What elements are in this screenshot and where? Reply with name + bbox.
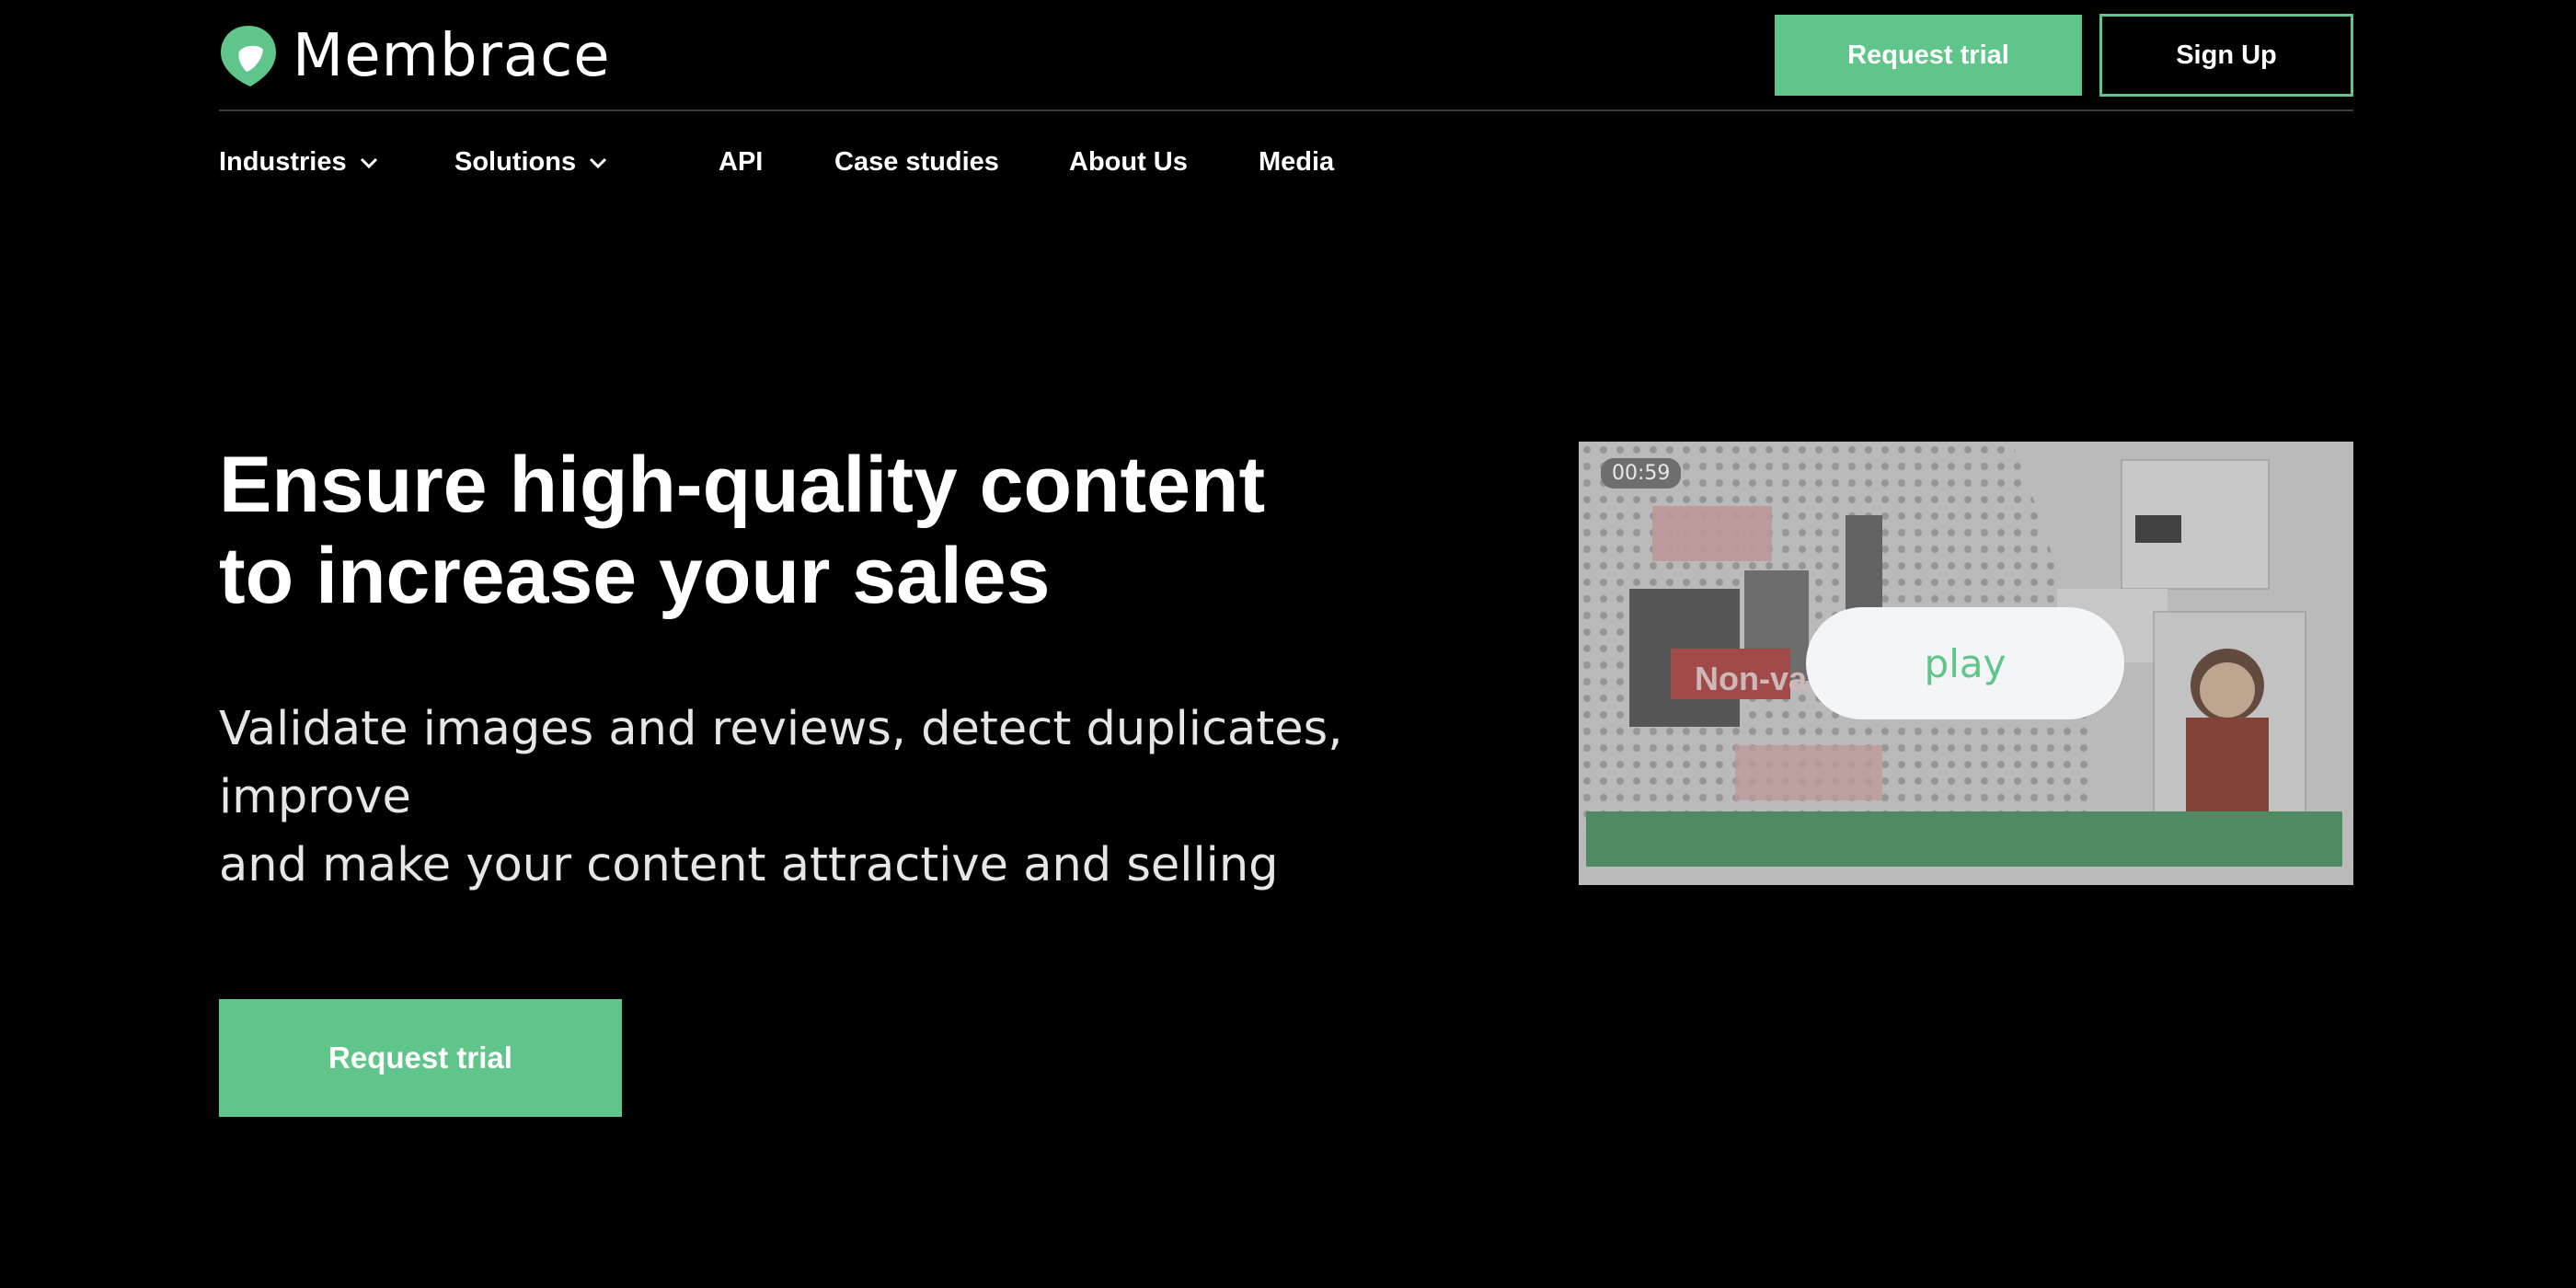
video-progress-bar [1586, 811, 2342, 867]
request-trial-button-header[interactable]: Request trial [1775, 15, 2082, 96]
brand-name: Membrace [293, 22, 611, 90]
nav-item-case-studies[interactable]: Case studies [834, 147, 999, 178]
sign-up-button[interactable]: Sign Up [2099, 14, 2353, 97]
nav-item-api[interactable]: API [719, 147, 763, 178]
nav-item-label: Media [1259, 147, 1335, 177]
chevron-down-icon [590, 157, 607, 168]
chevron-down-icon [360, 157, 377, 168]
nav-item-label: About Us [1069, 147, 1188, 177]
hero-title-line: to increase your sales [219, 532, 1051, 620]
hero-subtitle-line: Validate images and reviews, detect dupl… [219, 702, 1343, 824]
membrace-logo-icon [221, 26, 276, 86]
video-player[interactable]: Non-val 00:59 play [1579, 442, 2353, 885]
nav-item-label: Solutions [454, 147, 577, 177]
nav-item-label: API [719, 147, 764, 177]
top-header: Membrace Request trial Sign Up [219, 0, 2353, 111]
hero-title-line: Ensure high-quality content [219, 441, 1266, 529]
nav-item-solutions[interactable]: Solutions [454, 147, 607, 178]
nav-item-industries[interactable]: Industries [219, 147, 378, 178]
play-button[interactable]: play [1806, 607, 2124, 719]
nav-item-about-us[interactable]: About Us [1069, 147, 1188, 178]
video-duration: 00:59 [1601, 458, 1682, 489]
nav-item-label: Case studies [834, 147, 999, 177]
nav-item-label: Industries [219, 147, 347, 177]
hero-subtitle-line: and make your content attractive and sel… [219, 838, 1279, 892]
brand-logo[interactable]: Membrace [219, 22, 611, 90]
request-trial-button-hero[interactable]: Request trial [219, 999, 622, 1117]
hero-subtitle: Validate images and reviews, detect dupl… [219, 696, 1507, 900]
hero-title: Ensure high-quality content to increase … [219, 440, 1507, 622]
nav-item-media[interactable]: Media [1259, 147, 1334, 178]
